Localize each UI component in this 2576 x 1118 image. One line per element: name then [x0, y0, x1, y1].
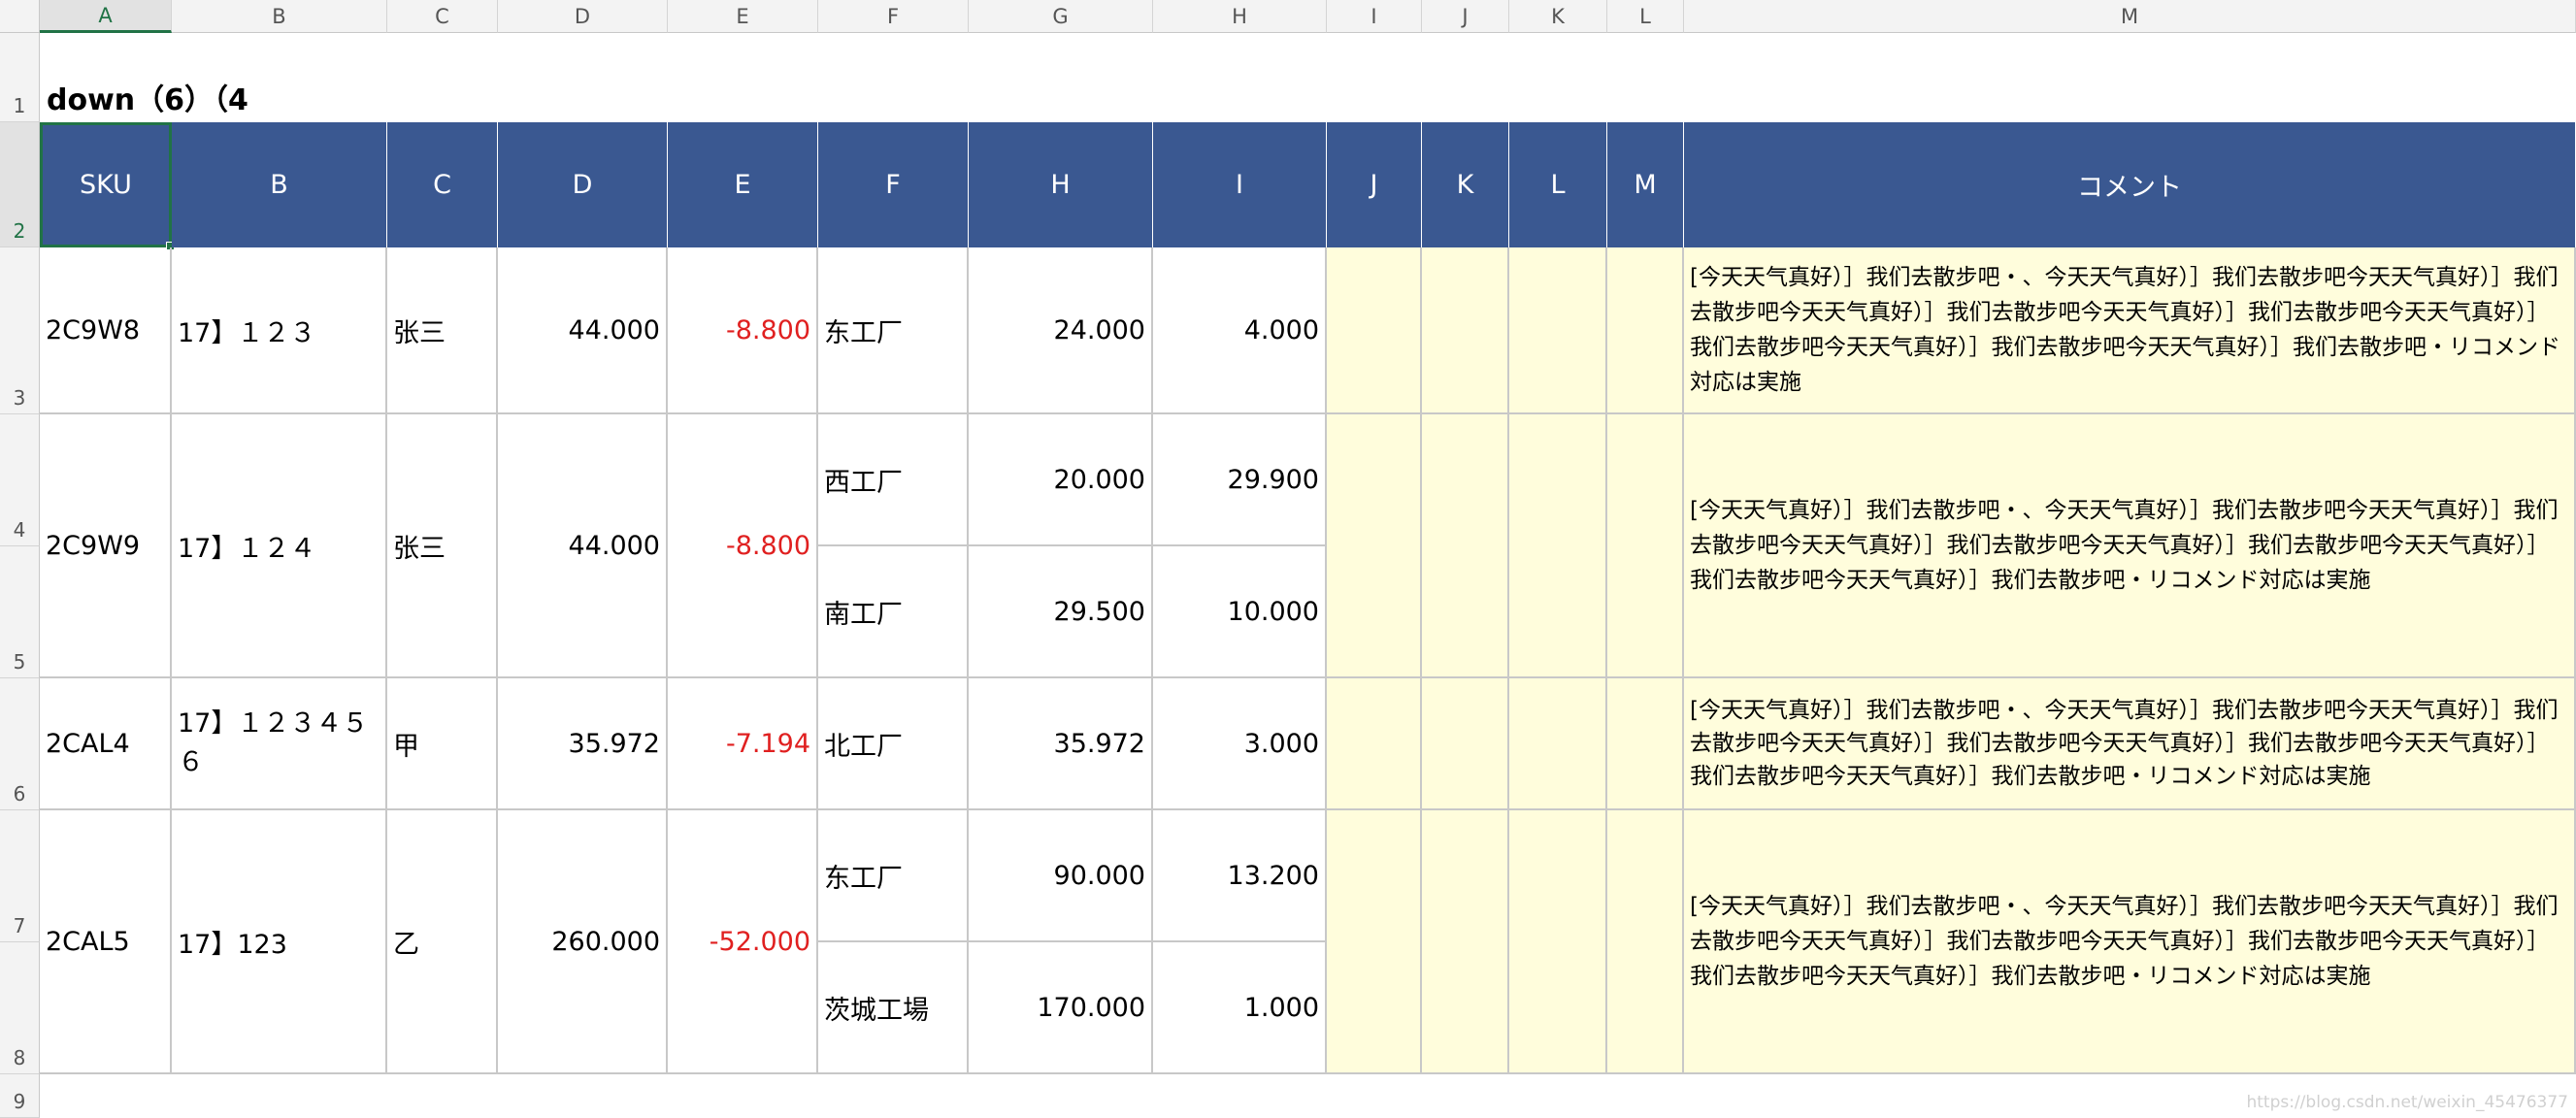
cell-i[interactable]: 1.000: [1153, 942, 1327, 1074]
row-header-3[interactable]: 3: [0, 247, 40, 414]
cell-b[interactable]: 17】１２３４５６: [172, 678, 387, 810]
cell-e[interactable]: -52.000: [668, 810, 818, 1074]
cell-i[interactable]: 10.000: [1153, 546, 1327, 678]
cell-i[interactable]: 4.000: [1153, 247, 1327, 414]
cell-i[interactable]: 13.200: [1153, 810, 1327, 942]
cell-h[interactable]: 20.000: [969, 414, 1153, 546]
cell-b[interactable]: 17】１２４: [172, 414, 387, 678]
sheet-title[interactable]: down（6）（4: [47, 76, 248, 118]
cell-k[interactable]: [1422, 414, 1509, 678]
row-header-4[interactable]: 4: [0, 414, 40, 546]
cell-f[interactable]: 西工厂: [818, 414, 969, 546]
cell-m[interactable]: [1607, 247, 1684, 414]
cell-i[interactable]: 3.000: [1153, 678, 1327, 810]
cell-l[interactable]: [1509, 414, 1607, 678]
cell-b[interactable]: 17】123: [172, 810, 387, 1074]
cell-k[interactable]: [1422, 810, 1509, 1074]
header-m[interactable]: M: [1607, 122, 1684, 247]
cell-sku[interactable]: 2C9W8: [40, 247, 172, 414]
row-header-2[interactable]: 2: [0, 122, 40, 247]
cell-l[interactable]: [1509, 247, 1607, 414]
cell-h[interactable]: 29.500: [969, 546, 1153, 678]
column-header-a[interactable]: A: [40, 0, 172, 33]
column-header-f[interactable]: F: [818, 0, 969, 33]
header-d[interactable]: D: [498, 122, 668, 247]
cell-j[interactable]: [1327, 678, 1422, 810]
cell-e[interactable]: -7.194: [668, 678, 818, 810]
column-header-m[interactable]: M: [1684, 0, 2576, 33]
column-header-h[interactable]: H: [1153, 0, 1327, 33]
cell-m[interactable]: [1607, 810, 1684, 1074]
cell-comment[interactable]: [今天天气真好）］我们去散步吧・、今天天气真好）］我们去散步吧今天天气真好）］我…: [1684, 678, 2576, 810]
cell-e[interactable]: -8.800: [668, 414, 818, 678]
row-header-8[interactable]: 8: [0, 942, 40, 1074]
cell-c[interactable]: 张三: [387, 414, 498, 678]
cell-h[interactable]: 170.000: [969, 942, 1153, 1074]
column-header-e[interactable]: E: [668, 0, 818, 33]
cell-h[interactable]: 90.000: [969, 810, 1153, 942]
header-j[interactable]: J: [1327, 122, 1422, 247]
row-header-9[interactable]: 9: [0, 1074, 40, 1118]
cell-k[interactable]: [1422, 678, 1509, 810]
cell-f[interactable]: 东工厂: [818, 247, 969, 414]
header-l[interactable]: L: [1509, 122, 1607, 247]
row-header-7[interactable]: 7: [0, 810, 40, 942]
row-header-5[interactable]: 5: [0, 546, 40, 678]
cell-d[interactable]: 44.000: [498, 414, 668, 678]
cell-d[interactable]: 260.000: [498, 810, 668, 1074]
header-b[interactable]: B: [172, 122, 387, 247]
cell-b[interactable]: 17】１２３: [172, 247, 387, 414]
header-e[interactable]: E: [668, 122, 818, 247]
column-header-l[interactable]: L: [1607, 0, 1684, 33]
cell-j[interactable]: [1327, 414, 1422, 678]
cell-m[interactable]: [1607, 678, 1684, 810]
header-h[interactable]: H: [969, 122, 1153, 247]
column-header-j[interactable]: J: [1422, 0, 1509, 33]
column-header-i[interactable]: I: [1327, 0, 1422, 33]
cell-d[interactable]: 44.000: [498, 247, 668, 414]
cell-e[interactable]: -8.800: [668, 247, 818, 414]
cell-comment[interactable]: [今天天气真好）］我们去散步吧・、今天天气真好）］我们去散步吧今天天气真好）］我…: [1684, 247, 2576, 414]
row-header-6[interactable]: 6: [0, 678, 40, 810]
cell-l[interactable]: [1509, 678, 1607, 810]
header-k[interactable]: K: [1422, 122, 1509, 247]
cell-sku[interactable]: 2C9W9: [40, 414, 172, 678]
cell-c[interactable]: 乙: [387, 810, 498, 1074]
cell-k[interactable]: [1422, 247, 1509, 414]
cell-f[interactable]: 南工厂: [818, 546, 969, 678]
cell-sku[interactable]: 2CAL5: [40, 810, 172, 1074]
watermark: https://blog.csdn.net/weixin_45476377: [2246, 1093, 2568, 1112]
select-all-corner[interactable]: [0, 0, 40, 33]
header-i[interactable]: I: [1153, 122, 1327, 247]
row-header-1[interactable]: 1: [0, 33, 40, 122]
header-comment[interactable]: コメント: [1684, 122, 2576, 247]
header-c[interactable]: C: [387, 122, 498, 247]
cell-h[interactable]: 35.972: [969, 678, 1153, 810]
header-f[interactable]: F: [818, 122, 969, 247]
header-sku[interactable]: SKU: [40, 122, 172, 247]
cell-f[interactable]: 东工厂: [818, 810, 969, 942]
cell-m[interactable]: [1607, 414, 1684, 678]
cell-comment[interactable]: [今天天气真好）］我们去散步吧・、今天天气真好）］我们去散步吧今天天气真好）］我…: [1684, 414, 2576, 678]
cell-j[interactable]: [1327, 247, 1422, 414]
column-header-b[interactable]: B: [172, 0, 387, 33]
column-header-d[interactable]: D: [498, 0, 668, 33]
column-header-k[interactable]: K: [1509, 0, 1607, 33]
cell-comment[interactable]: [今天天气真好）］我们去散步吧・、今天天气真好）］我们去散步吧今天天气真好）］我…: [1684, 810, 2576, 1074]
cell-c[interactable]: 甲: [387, 678, 498, 810]
cell-f[interactable]: 北工厂: [818, 678, 969, 810]
cell-d[interactable]: 35.972: [498, 678, 668, 810]
cell-sku[interactable]: 2CAL4: [40, 678, 172, 810]
cell-i[interactable]: 29.900: [1153, 414, 1327, 546]
cell-f[interactable]: 茨城工場: [818, 942, 969, 1074]
cell-c[interactable]: 张三: [387, 247, 498, 414]
cell-h[interactable]: 24.000: [969, 247, 1153, 414]
column-header-g[interactable]: G: [969, 0, 1153, 33]
cell-j[interactable]: [1327, 810, 1422, 1074]
column-header-c[interactable]: C: [387, 0, 498, 33]
cell-l[interactable]: [1509, 810, 1607, 1074]
